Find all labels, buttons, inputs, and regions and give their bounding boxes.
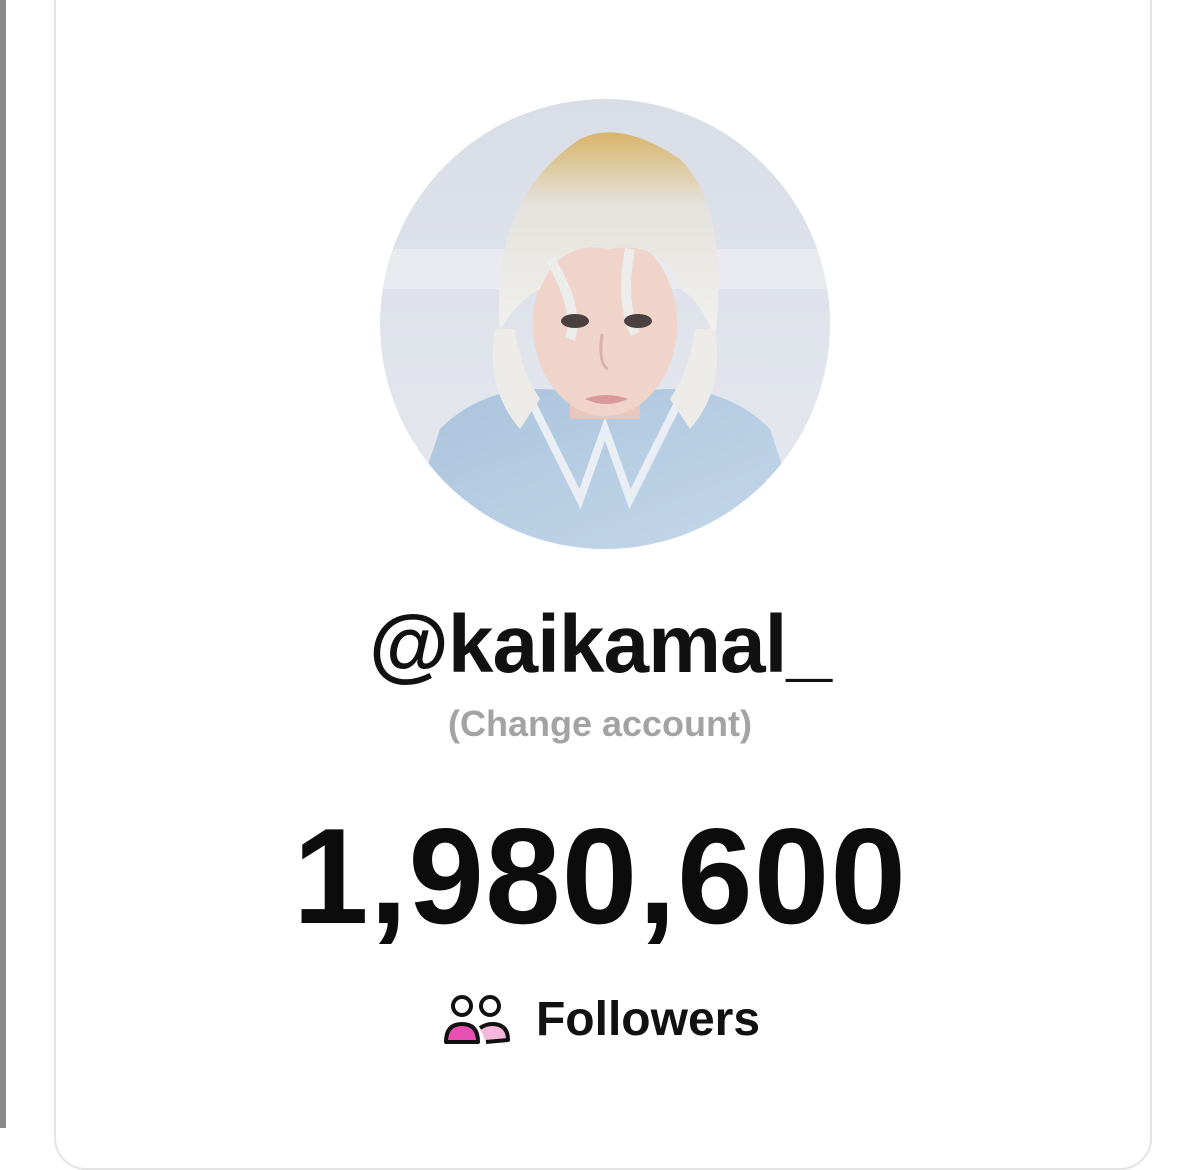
followers-row: Followers: [0, 994, 1200, 1046]
people-icon: [440, 994, 514, 1046]
change-account-link[interactable]: (Change account): [0, 706, 1200, 742]
window-edge: [0, 0, 6, 1128]
username: @kaikamal_: [368, 599, 832, 690]
avatar[interactable]: [380, 99, 830, 549]
follower-count: 1,980,600: [292, 800, 908, 952]
followers-label: Followers: [535, 993, 761, 1046]
